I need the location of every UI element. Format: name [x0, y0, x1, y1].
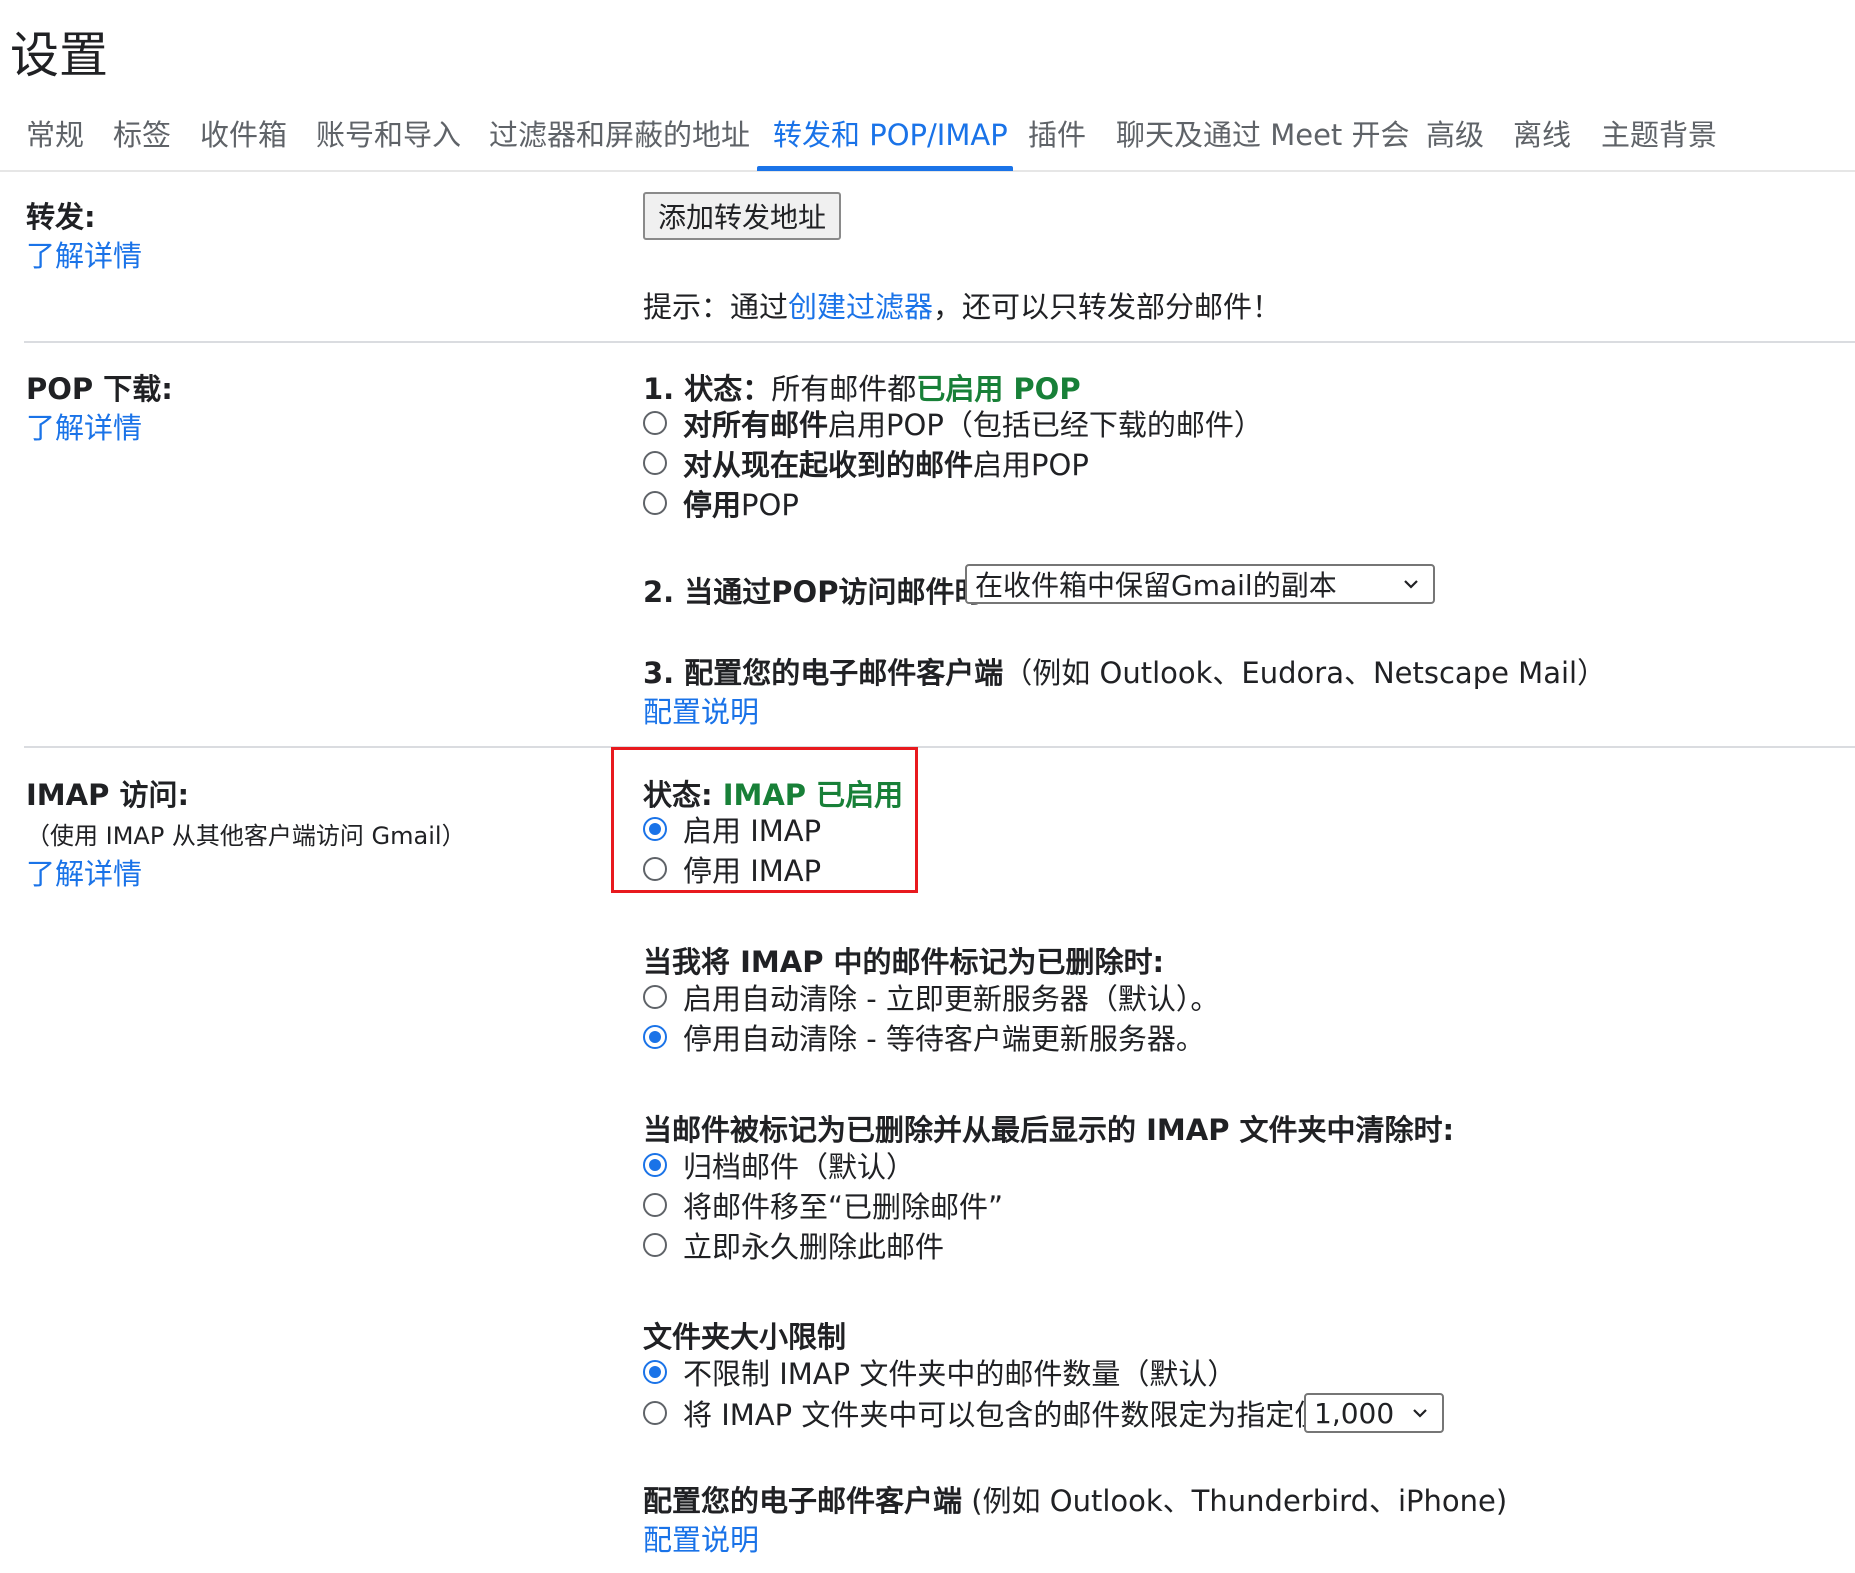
settings-page: 设置 常规 标签 收件箱 账号和导入 过滤器和屏蔽的地址 转发和 POP/IMA…: [0, 0, 1855, 1573]
imap-status-prefix: 状态:: [643, 778, 723, 812]
radio-unchecked[interactable]: [643, 491, 667, 515]
radio-checked[interactable]: [643, 1360, 667, 1384]
pop-option-disable[interactable]: 停用POP: [643, 483, 799, 523]
imap-status-value: IMAP 已启用: [722, 778, 904, 812]
imap-deleted-heading: 当我将 IMAP 中的邮件标记为已删除时:: [643, 945, 1165, 979]
settings-tabs: 常规 标签 收件箱 账号和导入 过滤器和屏蔽的地址 转发和 POP/IMAP 插…: [0, 100, 1855, 172]
tab-offline[interactable]: 离线: [1513, 112, 1571, 154]
radio-checked[interactable]: [643, 817, 667, 841]
pop-option-from-now[interactable]: 对从现在起收到的邮件启用POP: [643, 443, 1089, 483]
forwarding-tip: 提示：通过创建过滤器，还可以只转发部分邮件！: [643, 284, 1281, 326]
imap-expunge-delete-forever[interactable]: 立即永久删除此邮件: [643, 1225, 944, 1265]
tip-prefix: 提示：通过: [643, 290, 789, 324]
tip-suffix: ，还可以只转发部分邮件！: [933, 290, 1282, 324]
chevron-down-icon: [1413, 1409, 1427, 1418]
imap-folder-limit[interactable]: 将 IMAP 文件夹中可以包含的邮件数限定为指定值: [643, 1393, 1323, 1433]
pop-config-client: 3. 配置您的电子邮件客户端（例如 Outlook、Eudora、Netscap…: [643, 650, 1606, 692]
active-tab-indicator: [757, 166, 1013, 171]
add-forwarding-address-button[interactable]: 添加转发地址: [643, 192, 841, 240]
tab-addons[interactable]: 插件: [1028, 112, 1086, 154]
pop-learn-more-link[interactable]: 了解详情: [26, 405, 142, 447]
forwarding-learn-more-link[interactable]: 了解详情: [26, 233, 142, 275]
tab-advanced[interactable]: 高级: [1426, 112, 1484, 154]
tab-themes[interactable]: 主题背景: [1601, 112, 1717, 154]
radio-unchecked[interactable]: [643, 985, 667, 1009]
pop-config-instructions-link[interactable]: 配置说明: [643, 689, 759, 731]
imap-folder-limit-value: 1,000: [1314, 1396, 1395, 1430]
radio-unchecked[interactable]: [643, 1193, 667, 1217]
pop-access-select[interactable]: 在收件箱中保留Gmail的副本: [965, 564, 1435, 604]
pop-status-value: 已启用 POP: [916, 372, 1081, 406]
radio-unchecked[interactable]: [643, 857, 667, 881]
imap-folder-heading: 文件夹大小限制: [643, 1320, 847, 1354]
imap-config-example: (例如 Outlook、Thunderbird、iPhone): [962, 1484, 1508, 1518]
tab-labels[interactable]: 标签: [113, 112, 171, 154]
tab-general[interactable]: 常规: [26, 112, 84, 154]
pop-config-label: 3. 配置您的电子邮件客户端: [643, 656, 1004, 690]
imap-sublabel: （使用 IMAP 从其他客户端访问 Gmail）: [26, 822, 466, 850]
radio-unchecked[interactable]: [643, 451, 667, 475]
imap-option-enable[interactable]: 启用 IMAP: [643, 809, 821, 849]
pop-access-select-value: 在收件箱中保留Gmail的副本: [975, 569, 1337, 602]
imap-expunge-trash[interactable]: 将邮件移至“已删除邮件”: [643, 1185, 1003, 1225]
radio-checked[interactable]: [643, 1153, 667, 1177]
radio-unchecked[interactable]: [643, 1233, 667, 1257]
radio-checked[interactable]: [643, 1025, 667, 1049]
pop-config-example: （例如 Outlook、Eudora、Netscape Mail）: [1003, 656, 1607, 690]
pop-status-prefix: 1. 状态：: [643, 372, 772, 406]
forwarding-label: 转发:: [26, 200, 96, 234]
page-title: 设置: [10, 27, 109, 84]
imap-folder-limit-select[interactable]: 1,000: [1304, 1393, 1444, 1433]
pop-option-all-mail[interactable]: 对所有邮件启用POP（包括已经下载的邮件）: [643, 403, 1263, 443]
imap-option-disable[interactable]: 停用 IMAP: [643, 849, 821, 889]
tab-filters-blocked[interactable]: 过滤器和屏蔽的地址: [489, 112, 750, 154]
imap-auto-expunge-off[interactable]: 停用自动清除 - 等待客户端更新服务器。: [643, 1017, 1205, 1057]
radio-unchecked[interactable]: [643, 1401, 667, 1425]
section-divider: [24, 746, 1855, 748]
imap-config-label: 配置您的电子邮件客户端: [643, 1484, 963, 1518]
section-divider: [24, 341, 1855, 343]
pop-status-text: 所有邮件都: [771, 372, 917, 406]
imap-auto-expunge-on[interactable]: 启用自动清除 - 立即更新服务器（默认）。: [643, 977, 1219, 1017]
radio-unchecked[interactable]: [643, 411, 667, 435]
create-filter-link[interactable]: 创建过滤器: [788, 290, 933, 324]
imap-folder-no-limit[interactable]: 不限制 IMAP 文件夹中的邮件数量（默认）: [643, 1352, 1236, 1392]
chevron-down-icon: [1404, 580, 1418, 589]
tab-forwarding-pop-imap[interactable]: 转发和 POP/IMAP: [773, 112, 1008, 154]
imap-expunge-heading: 当邮件被标记为已删除并从最后显示的 IMAP 文件夹中清除时:: [643, 1113, 1455, 1147]
tab-inbox[interactable]: 收件箱: [200, 112, 287, 154]
imap-expunge-archive[interactable]: 归档邮件（默认）: [643, 1145, 915, 1185]
tab-accounts-import[interactable]: 账号和导入: [316, 112, 461, 154]
imap-label: IMAP 访问:: [26, 778, 190, 812]
pop-access-label: 2. 当通过POP访问邮件时: [643, 575, 984, 609]
tab-chat-meet[interactable]: 聊天及通过 Meet 开会: [1116, 112, 1410, 154]
imap-learn-more-link[interactable]: 了解详情: [26, 851, 142, 893]
imap-config-instructions-link[interactable]: 配置说明: [643, 1517, 759, 1559]
imap-config-client: 配置您的电子邮件客户端 (例如 Outlook、Thunderbird、iPho…: [643, 1478, 1507, 1520]
pop-label: POP 下载:: [26, 372, 173, 406]
